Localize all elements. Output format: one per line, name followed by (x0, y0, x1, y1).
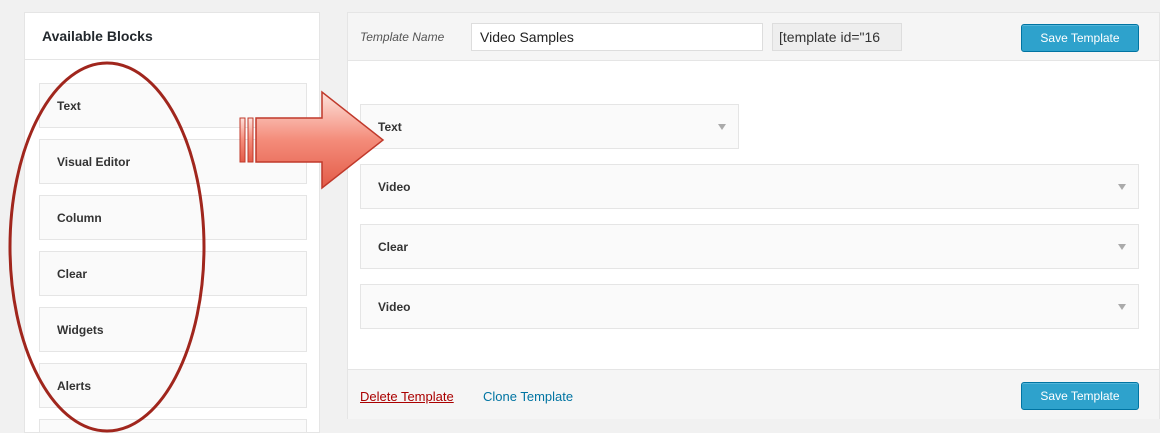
template-name-input[interactable] (471, 23, 763, 51)
chevron-down-icon[interactable] (718, 123, 726, 130)
clone-template-link[interactable]: Clone Template (483, 389, 573, 404)
delete-template-link[interactable]: Delete Template (360, 389, 454, 404)
template-editor: Template Name [template id="16 Save Temp… (347, 12, 1160, 419)
template-name-label: Template Name (360, 30, 445, 44)
shortcode-field[interactable]: [template id="16 (772, 23, 902, 51)
chevron-down-icon[interactable] (1118, 183, 1126, 190)
template-canvas: Text Video Clear Video (348, 61, 1159, 369)
block-column[interactable]: Column (39, 195, 307, 240)
template-block-label: Video (378, 299, 411, 314)
template-block-label: Text (378, 119, 402, 134)
block-partial[interactable] (39, 419, 307, 433)
available-blocks-list: Text Visual Editor Column Clear Widgets … (39, 83, 308, 433)
template-block-video[interactable]: Video (360, 164, 1139, 209)
block-visual-editor[interactable]: Visual Editor (39, 139, 307, 184)
save-template-button[interactable]: Save Template (1021, 24, 1139, 52)
template-block-text[interactable]: Text (360, 104, 739, 149)
template-block-clear[interactable]: Clear (360, 224, 1139, 269)
available-blocks-panel: Available Blocks Text Visual Editor Colu… (24, 12, 320, 433)
available-blocks-title: Available Blocks (25, 13, 319, 60)
template-footer: Delete Template Clone Template Save Temp… (348, 369, 1159, 419)
template-block-label: Video (378, 179, 411, 194)
template-header: Template Name [template id="16 Save Temp… (348, 13, 1159, 61)
template-block-video-2[interactable]: Video (360, 284, 1139, 329)
chevron-down-icon[interactable] (1118, 303, 1126, 310)
chevron-down-icon[interactable] (1118, 243, 1126, 250)
block-text[interactable]: Text (39, 83, 307, 128)
save-template-button-bottom[interactable]: Save Template (1021, 382, 1139, 410)
block-alerts[interactable]: Alerts (39, 363, 307, 408)
block-clear[interactable]: Clear (39, 251, 307, 296)
template-block-label: Clear (378, 239, 409, 254)
block-widgets[interactable]: Widgets (39, 307, 307, 352)
